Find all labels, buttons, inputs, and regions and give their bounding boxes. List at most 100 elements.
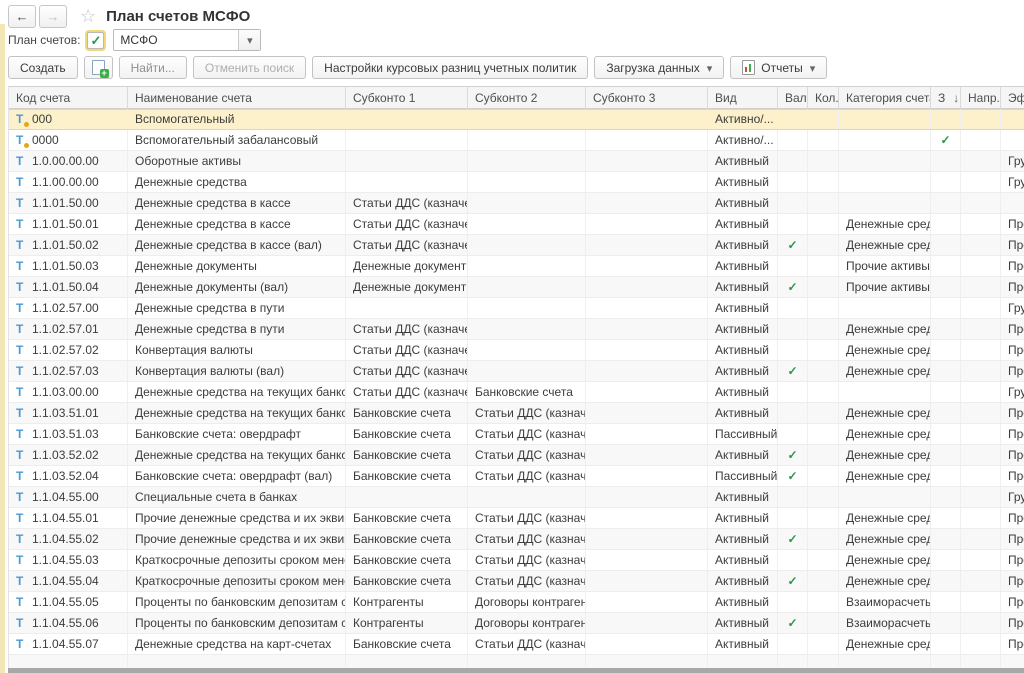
cell-zab [931,109,961,129]
account-row[interactable]: Т1.1.03.51.01Денежные средства на текущи… [9,403,1024,424]
plan-combobox-dropdown-button[interactable] [238,30,260,50]
cell-sub1: Банковские счета [346,445,468,465]
create-copy-button[interactable] [84,56,113,79]
account-row[interactable]: Т1.1.03.52.04Банковские счета: овердрафт… [9,466,1024,487]
account-row[interactable]: Т0000Вспомогательный забалансовыйАктивно… [9,130,1024,151]
account-row[interactable]: Т1.1.04.55.03Краткосрочные депозиты срок… [9,550,1024,571]
account-row[interactable]: Т1.1.02.57.00Денежные средства в путиАкт… [9,298,1024,319]
cell-sub3 [586,298,708,318]
cell-kind: Активный [708,529,778,549]
cell-name: Денежные средства на текущих банковских.… [128,403,346,423]
cell-name: Денежные средства в кассе [128,214,346,234]
cell-zab [931,424,961,444]
cell-sub2: Статьи ДДС (казначей... [468,634,586,654]
cell-napr [961,193,1001,213]
cell-eff: Про [1001,214,1024,234]
cell-category: Денежные сред... [839,403,931,423]
cell-sub2 [468,193,586,213]
cell-sub1: Денежные документы... [346,256,468,276]
reports-button[interactable]: Отчеты [730,56,827,79]
cell-sub1: Банковские счета [346,571,468,591]
form-accent-strip [0,24,5,673]
cell-val [778,508,808,528]
create-button[interactable]: Создать [8,56,78,79]
account-row[interactable]: Т1.1.01.50.01Денежные средства в кассеСт… [9,214,1024,235]
account-row[interactable]: Т1.0.00.00.00Оборотные активыАктивныйГру [9,151,1024,172]
cell-zab [931,508,961,528]
cell-sub3 [586,172,708,192]
cell-eff: Гру [1001,172,1024,192]
column-header-eff[interactable]: Эф [1001,87,1024,108]
plan-combobox[interactable]: МСФО [113,29,261,51]
cell-kind: Активный [708,172,778,192]
account-row[interactable]: Т1.1.03.52.02Денежные средства на текущи… [9,445,1024,466]
account-row[interactable]: Т1.1.02.57.03Конвертация валюты (вал)Ста… [9,361,1024,382]
forward-button[interactable]: → [39,5,67,28]
account-icon: Т [16,575,25,587]
column-header-code[interactable]: Код счета [9,87,128,108]
cell-sub3 [586,466,708,486]
cell-sub3 [586,235,708,255]
account-row[interactable]: Т1.1.04.55.02Прочие денежные средства и … [9,529,1024,550]
cell-kind: Активный [708,340,778,360]
favorite-star-icon[interactable]: ☆ [80,7,96,25]
plan-filter-checkbox[interactable] [87,32,104,49]
account-row[interactable]: Т1.1.04.55.07Денежные средства на карт-с… [9,634,1024,655]
cell-sub2: Статьи ДДС (казначей... [468,529,586,549]
account-row[interactable]: Т1.1.04.55.00Специальные счета в банкахА… [9,487,1024,508]
account-row[interactable]: Т1.1.01.50.03Денежные документыДенежные … [9,256,1024,277]
cell-sub3 [586,550,708,570]
cell-sub1: Банковские счета [346,403,468,423]
cell-sub3 [586,634,708,654]
cell-napr [961,130,1001,150]
cell-sub2 [468,340,586,360]
account-row[interactable]: Т1.1.02.57.01Денежные средства в путиСта… [9,319,1024,340]
account-row[interactable]: Т1.1.03.00.00Денежные средства на текущи… [9,382,1024,403]
account-row[interactable]: Т1.1.02.57.02Конвертация валютыСтатьи ДД… [9,340,1024,361]
cell-zab [931,151,961,171]
account-row[interactable]: Т1.1.01.50.04Денежные документы (вал)Ден… [9,277,1024,298]
sort-descending-icon: ↓ [953,91,959,108]
column-header-val[interactable]: Вал. [778,87,808,108]
cell-kind: Активный [708,508,778,528]
column-header-category[interactable]: Категория счета [839,87,931,108]
account-row[interactable]: Т1.1.04.55.04Краткосрочные депозиты срок… [9,571,1024,592]
fx-settings-button[interactable]: Настройки курсовых разниц учетных полити… [312,56,588,79]
column-header-zab[interactable]: З↓ [931,87,961,108]
column-header-napr[interactable]: Напр. [961,87,1001,108]
account-row[interactable]: Т1.1.04.55.05Проценты по банковским депо… [9,592,1024,613]
cell-zab [931,214,961,234]
column-header-name[interactable]: Наименование счета [128,87,346,108]
load-data-button[interactable]: Загрузка данных [594,56,724,79]
column-header-kind[interactable]: Вид [708,87,778,108]
column-header-sub3[interactable]: Субконто 3 [586,87,708,108]
account-row[interactable]: Т1.1.00.00.00Денежные средстваАктивныйГр… [9,172,1024,193]
back-button[interactable]: ← [8,5,36,28]
horizontal-scrollbar[interactable] [8,668,1024,673]
column-header-sub1[interactable]: Субконто 1 [346,87,468,108]
cell-napr [961,256,1001,276]
cell-eff: Про [1001,571,1024,591]
cell-val [778,361,808,381]
account-row[interactable]: Т1.1.01.50.02Денежные средства в кассе (… [9,235,1024,256]
account-row[interactable]: Т1.1.04.55.01Прочие денежные средства и … [9,508,1024,529]
chevron-down-icon [707,61,713,75]
cell-zab [931,256,961,276]
account-icon: Т [16,302,25,314]
account-row[interactable]: Т000ВспомогательныйАктивно/... [9,109,1024,130]
account-row[interactable]: Т1.1.04.55.06Проценты по банковским депо… [9,613,1024,634]
cell-sub2 [468,487,586,507]
column-header-sub2[interactable]: Субконто 2 [468,87,586,108]
account-icon: Т [16,323,25,335]
cell-name: Денежные средства в пути [128,319,346,339]
cell-eff: Про [1001,424,1024,444]
cell-sub3 [586,256,708,276]
cell-eff: Про [1001,592,1024,612]
column-header-kol[interactable]: Кол. [808,87,839,108]
plan-combobox-value[interactable]: МСФО [114,30,238,50]
cell-name: Денежные средства на карт-счетах [128,634,346,654]
account-row[interactable]: Т1.1.01.50.00Денежные средства в кассеСт… [9,193,1024,214]
checkmark-icon [787,574,797,588]
find-button[interactable]: Найти... [119,56,187,79]
account-row[interactable]: Т1.1.03.51.03Банковские счета: овердрафт… [9,424,1024,445]
